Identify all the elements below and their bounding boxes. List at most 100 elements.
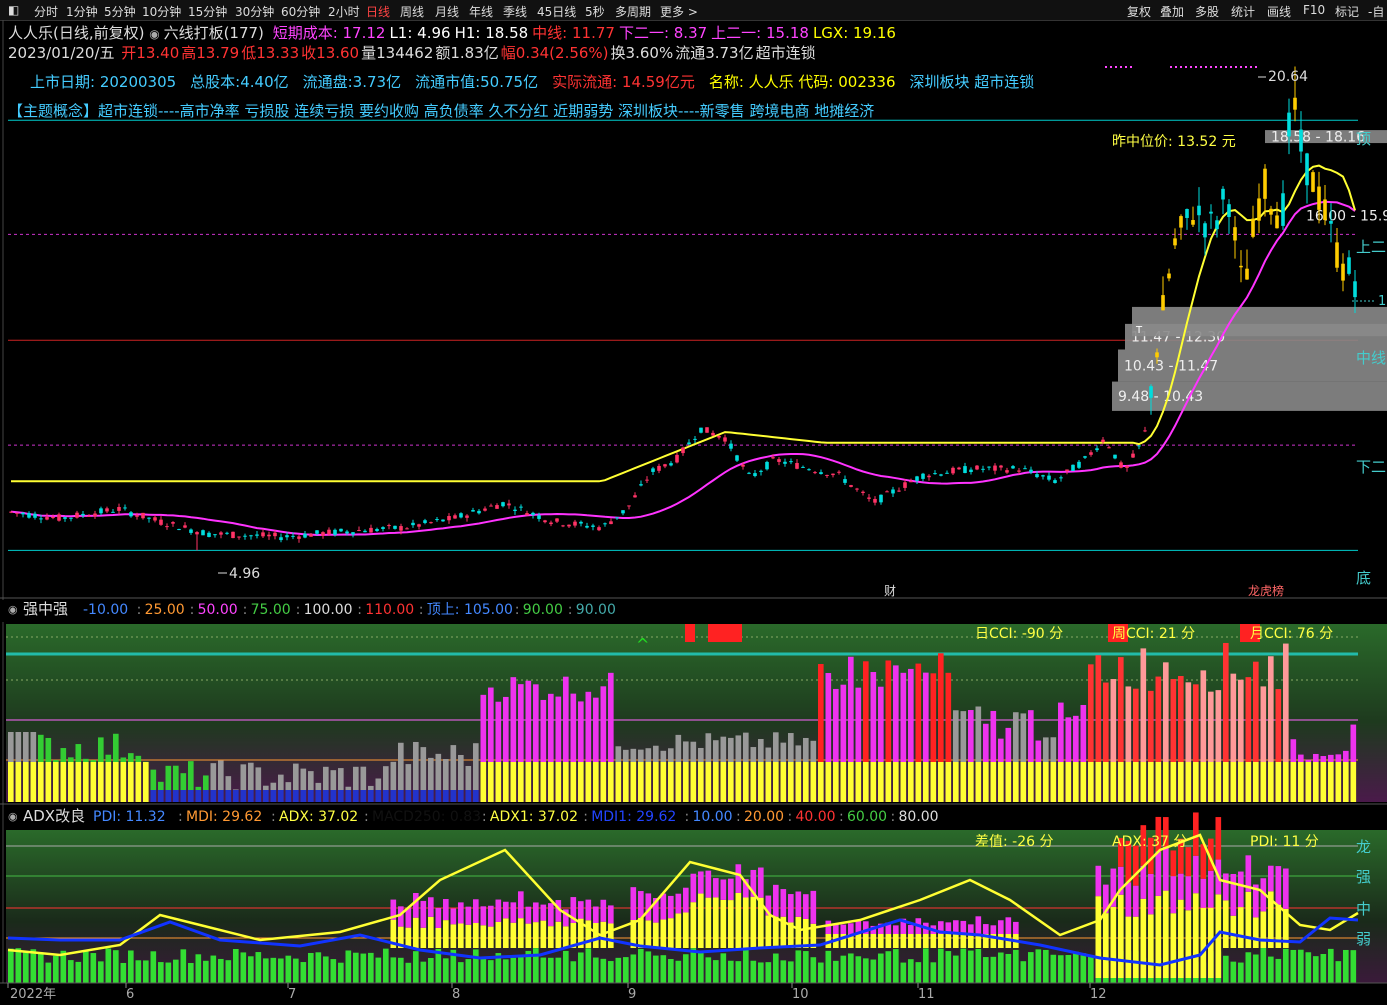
period-tab-0[interactable]: 分时 bbox=[34, 3, 58, 20]
toolbar-btn-6[interactable]: 标记 bbox=[1335, 3, 1359, 20]
sub2-bar-green bbox=[166, 963, 172, 983]
sub1-bar-yellow bbox=[1126, 762, 1132, 802]
period-tab-10[interactable]: 月线 bbox=[435, 3, 459, 20]
candle-body bbox=[21, 513, 25, 514]
sub2-bar-green bbox=[211, 956, 217, 983]
header-value-2: 低13.33 bbox=[241, 44, 299, 62]
sidebar-toggle-icon[interactable]: ◧ bbox=[8, 3, 19, 17]
toolbar-btn-4[interactable]: 画线 bbox=[1267, 3, 1291, 20]
period-tab-8[interactable]: 日线 bbox=[366, 3, 390, 20]
sub1-bar bbox=[563, 677, 569, 762]
sub1-bar-yellow bbox=[736, 762, 742, 802]
sub1-bar-yellow bbox=[113, 762, 119, 802]
period-tab-9[interactable]: 周线 bbox=[400, 3, 424, 20]
sub1-bar-yellow bbox=[938, 762, 944, 802]
toolbar-btn-1[interactable]: 叠加 bbox=[1160, 3, 1184, 20]
sub2-bar-magenta bbox=[631, 887, 637, 920]
toolbar-btn-2[interactable]: 多股 bbox=[1195, 3, 1219, 20]
sub1-bar-yellow bbox=[1246, 762, 1252, 802]
period-tab-1[interactable]: 1分钟 bbox=[66, 3, 98, 20]
sub1-bar bbox=[571, 694, 577, 762]
sub1-bar-yellow bbox=[1208, 762, 1214, 802]
sub2-bar-yellow bbox=[931, 934, 937, 948]
toolbar-btn-7[interactable]: -自 bbox=[1368, 3, 1384, 20]
sub2-bar-green bbox=[1043, 950, 1049, 983]
pdi-score-label: PDI: 11 分 bbox=[1250, 834, 1319, 850]
period-tab-5[interactable]: 30分钟 bbox=[235, 3, 274, 20]
candle-body bbox=[1287, 113, 1291, 137]
sub2-bar-yellow bbox=[1171, 913, 1177, 978]
period-tab-2[interactable]: 5分钟 bbox=[104, 3, 136, 20]
sub1-bar bbox=[1231, 674, 1237, 762]
kline-chart-area[interactable]: 18.58 - 18.1616.00 - 15.911.47 - 12.3010… bbox=[0, 20, 1387, 1001]
sub2-bar-green bbox=[518, 957, 524, 983]
sub2-bar-green bbox=[586, 948, 592, 983]
sub2-bar-yellow bbox=[773, 917, 779, 948]
sub1-bar bbox=[188, 761, 194, 790]
period-tab-11[interactable]: 年线 bbox=[469, 3, 493, 20]
header-value-3: 流通市值:50.75亿 bbox=[415, 73, 538, 91]
sub1-bar-yellow bbox=[556, 762, 562, 802]
indicator-toggle-icon[interactable]: ◉ bbox=[149, 27, 163, 41]
sub2-bar-magenta bbox=[848, 923, 854, 934]
period-tab-6[interactable]: 60分钟 bbox=[281, 3, 320, 20]
period-tab-14[interactable]: 5秒 bbox=[585, 3, 605, 20]
sub2-bar-green bbox=[331, 959, 337, 983]
sub1-bar-yellow bbox=[856, 762, 862, 802]
sub2-bar-magenta bbox=[1231, 874, 1237, 916]
sub2-bar-green bbox=[563, 951, 569, 983]
sub1-bar-yellow bbox=[1268, 762, 1274, 802]
sub2-bar-green bbox=[841, 956, 847, 983]
sub1-bar bbox=[1238, 680, 1244, 762]
signal-dot bbox=[1225, 66, 1227, 68]
signal-dot bbox=[1250, 66, 1252, 68]
sub1-bar-yellow bbox=[698, 762, 704, 802]
chart-canvas[interactable]: 18.58 - 18.1616.00 - 15.911.47 - 12.3010… bbox=[0, 20, 1387, 1001]
candle-body bbox=[33, 514, 37, 518]
sub2-bar-yellow bbox=[586, 920, 592, 948]
candle-body bbox=[1203, 223, 1207, 237]
sub1-bar bbox=[316, 783, 322, 790]
toolbar-btn-5[interactable]: F10 bbox=[1303, 3, 1325, 17]
candle-body bbox=[1005, 470, 1009, 472]
period-tab-7[interactable]: 2小时 bbox=[328, 3, 360, 20]
toolbar-btn-0[interactable]: 复权 bbox=[1127, 3, 1151, 20]
sub1-bar-blue bbox=[451, 790, 457, 802]
sub1-bar-yellow bbox=[586, 762, 592, 802]
candle-body bbox=[1329, 221, 1333, 224]
candle-body bbox=[585, 526, 589, 528]
sub1-bar-yellow bbox=[1021, 762, 1027, 802]
period-tab-4[interactable]: 15分钟 bbox=[188, 3, 227, 20]
candle-body bbox=[687, 443, 691, 445]
candle-body bbox=[945, 473, 949, 474]
sub2-bar-magenta bbox=[451, 909, 457, 925]
toolbar-btn-3[interactable]: 统计 bbox=[1231, 3, 1255, 20]
sub2-bar-green bbox=[1351, 950, 1357, 983]
period-tab-12[interactable]: 季线 bbox=[503, 3, 527, 20]
sub1-bar bbox=[1058, 703, 1064, 762]
candle-body bbox=[657, 466, 661, 471]
candle-body bbox=[279, 537, 283, 540]
sub2-value: MDI: 29.62 bbox=[186, 809, 262, 825]
period-tab-16[interactable]: 更多 > bbox=[660, 3, 698, 20]
period-tab-15[interactable]: 多周期 bbox=[615, 3, 651, 20]
sub2-bar-green bbox=[983, 957, 989, 983]
candle-body bbox=[1347, 257, 1351, 274]
sub1-bar-yellow bbox=[503, 762, 509, 802]
period-tab-13[interactable]: 45日线 bbox=[537, 3, 576, 20]
candle-body bbox=[75, 513, 79, 518]
signal-dot bbox=[1110, 66, 1112, 68]
sub1-bar bbox=[1193, 684, 1199, 762]
sub1-bar bbox=[38, 735, 44, 762]
sub1-bar bbox=[938, 653, 944, 762]
strength-label: 中 bbox=[1356, 900, 1371, 918]
candle-body bbox=[483, 509, 487, 511]
sub1-bar-blue bbox=[256, 790, 262, 802]
sub1-bar-yellow bbox=[578, 762, 584, 802]
sub2-bar-yellow bbox=[541, 921, 547, 948]
sub2-bar-magenta bbox=[586, 900, 592, 921]
sub1-bar bbox=[616, 746, 622, 762]
indicator-name[interactable]: 六线打板(177) bbox=[164, 24, 264, 42]
candle-body bbox=[747, 473, 751, 474]
period-tab-3[interactable]: 10分钟 bbox=[142, 3, 181, 20]
